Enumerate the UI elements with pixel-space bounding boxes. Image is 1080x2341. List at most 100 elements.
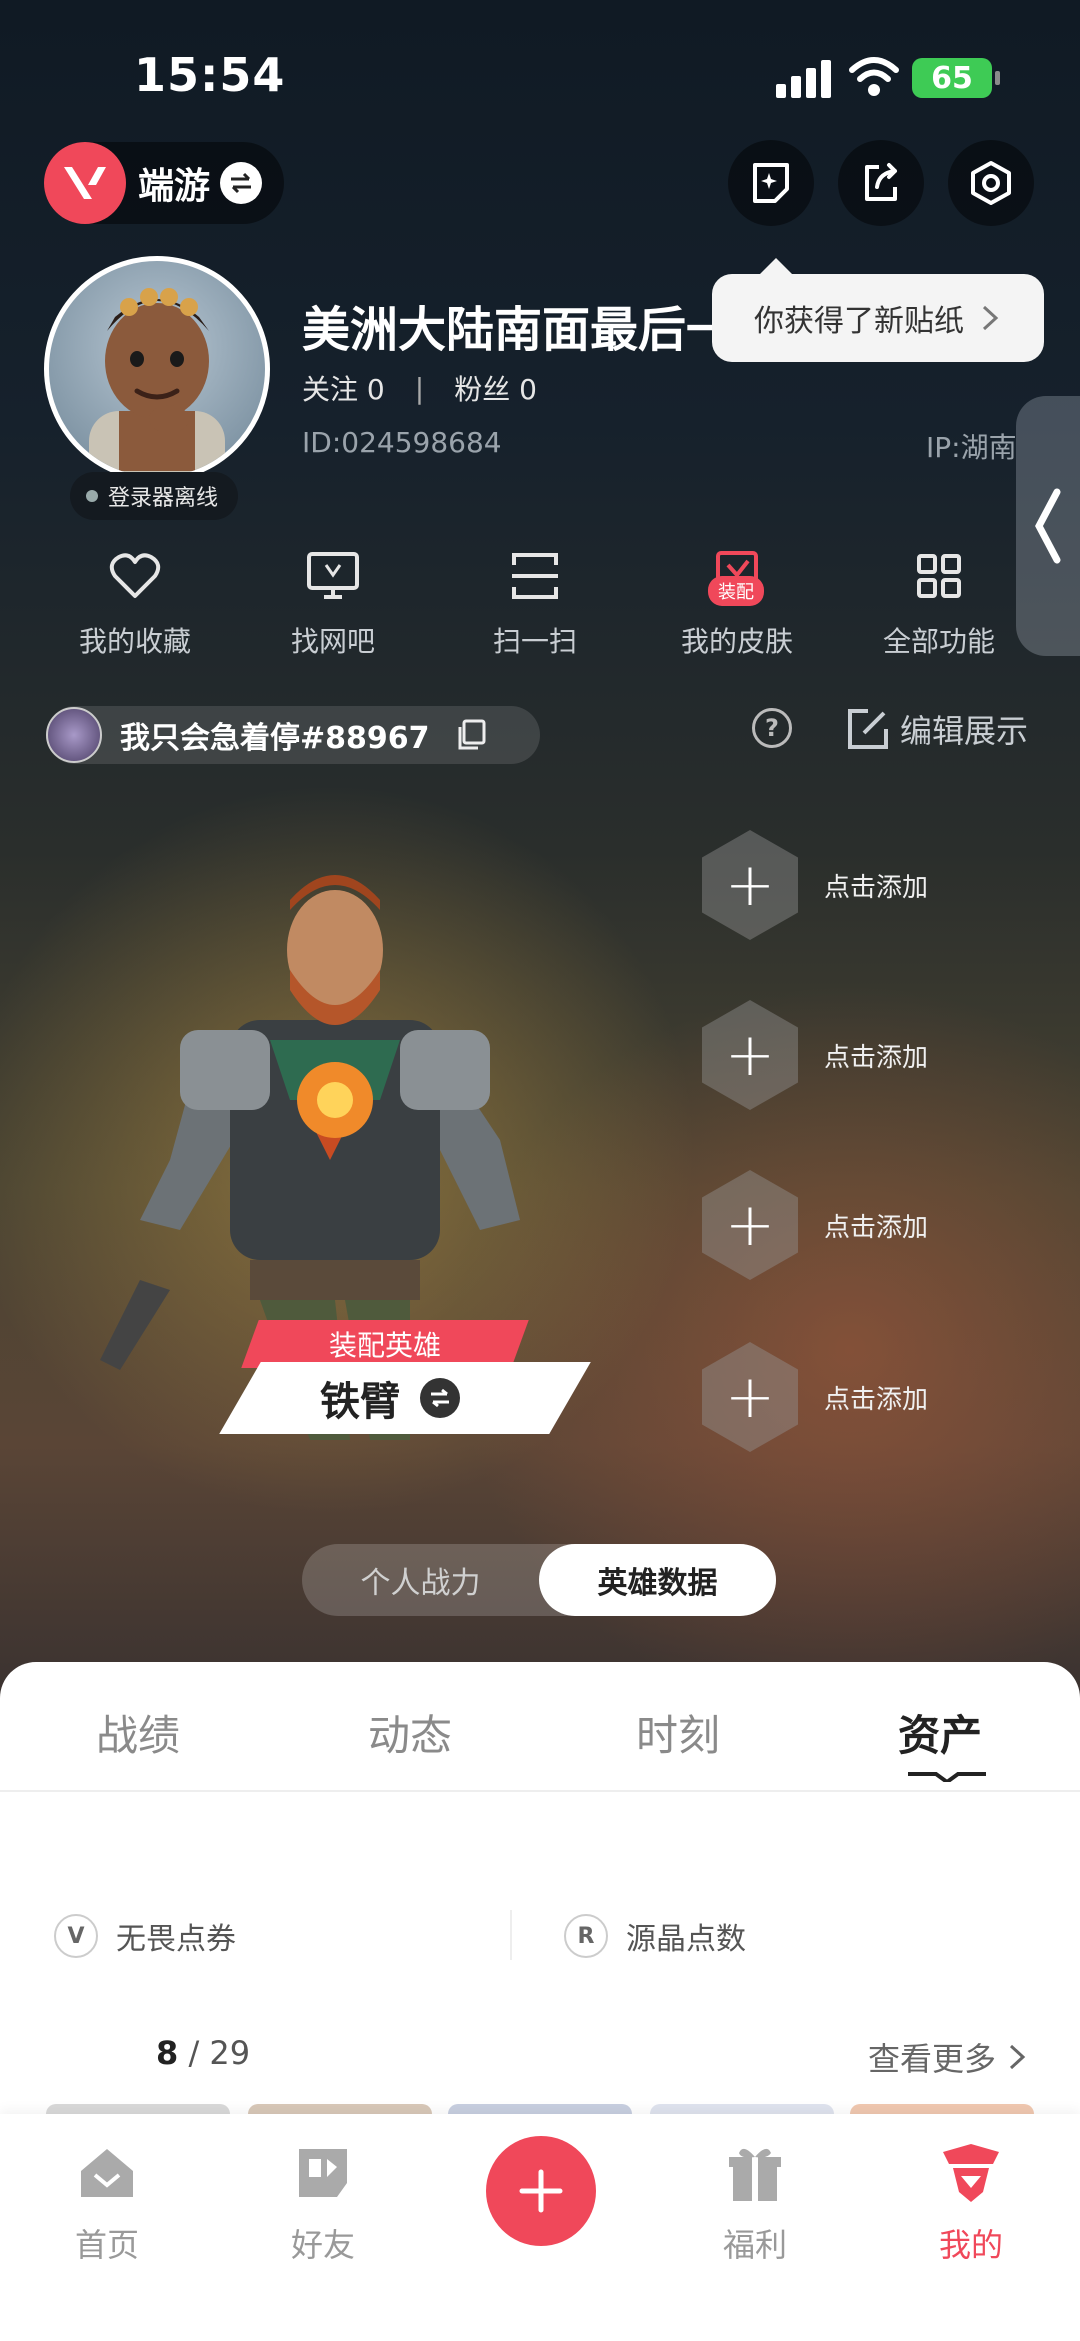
player-name: 我只会急着停#88967 <box>120 721 430 756</box>
funds-title: 资金 <box>46 1855 119 1896</box>
copy-icon[interactable] <box>454 718 488 752</box>
quick-action-label: 我的皮肤 <box>680 625 793 658</box>
follow-stat[interactable]: 关注 0 <box>302 368 385 408</box>
tab-activity[interactable]: 动态 <box>368 1702 452 1763</box>
gift-icon <box>690 2138 820 2208</box>
fans-stat[interactable]: 粉丝 0 <box>454 368 537 408</box>
edit-display-button[interactable]: 编辑展示 <box>846 706 1028 752</box>
scan-icon <box>460 548 610 604</box>
chevron-right-icon <box>982 305 999 331</box>
see-more-link[interactable]: 查看更多 <box>868 2034 1028 2080</box>
vp-currency-icon: V <box>54 1914 98 1958</box>
quick-action-label: 我的收藏 <box>78 625 191 658</box>
quick-action-favorites[interactable]: 我的收藏 <box>60 548 210 660</box>
friends-icon <box>258 2138 388 2208</box>
status-bar: 15:54 65 <box>0 0 1080 150</box>
player-card-avatar <box>46 707 102 763</box>
quick-action-my-skins[interactable]: 装配 我的皮肤 <box>662 548 812 660</box>
asset-label: 无畏点券 <box>116 1922 236 1957</box>
content-tabs: 战绩 动态 时刻 资产 <box>0 1662 1080 1792</box>
profile-icon <box>906 2138 1036 2208</box>
skin-badge: 装配 <box>708 576 764 606</box>
nav-label: 好友 <box>290 2226 355 2264</box>
quick-action-label: 全部功能 <box>882 625 995 658</box>
username: 美洲大陆南面最后一 <box>302 302 735 358</box>
add-slot[interactable]: + 点击添加 <box>702 830 1042 940</box>
add-slot[interactable]: + 点击添加 <box>702 1342 1042 1452</box>
share-icon <box>865 163 897 201</box>
quick-action-all-features[interactable]: 全部功能 <box>864 548 1014 660</box>
swap-icon <box>420 1378 460 1418</box>
player-tag[interactable]: 我只会急着停#88967 <box>46 706 540 764</box>
grid-icon <box>864 548 1014 604</box>
valorant-logo-icon <box>44 142 126 224</box>
equipped-hero-tag: 装配英雄 <box>328 1329 441 1362</box>
nav-me[interactable]: 我的 <box>906 2138 1036 2266</box>
add-slot[interactable]: + 点击添加 <box>702 1000 1042 1110</box>
monitor-icon <box>258 548 408 604</box>
heart-icon <box>60 548 210 604</box>
asset-radianite[interactable]: R 源晶点数 <box>564 1914 746 1958</box>
battery-indicator: 65 <box>912 58 1000 98</box>
quick-action-label: 扫一扫 <box>492 625 577 658</box>
stats-segmented-control: 个人战力 英雄数据 <box>302 1544 776 1616</box>
tooltip-text: 你获得了新贴纸 <box>754 304 964 339</box>
game-switcher[interactable]: 端游 <box>44 142 284 224</box>
heroes-title: 英雄 <box>46 2039 119 2080</box>
quick-action-scan[interactable]: 扫一扫 <box>460 548 610 660</box>
edit-display-label: 编辑展示 <box>900 712 1029 750</box>
tab-assets[interactable]: 资产 <box>898 1702 982 1763</box>
edit-icon <box>848 709 888 749</box>
add-slot[interactable]: + 点击添加 <box>702 1170 1042 1280</box>
add-slot-label: 点击添加 <box>824 872 929 903</box>
quick-action-internet-cafe[interactable]: 找网吧 <box>258 548 408 660</box>
nav-friends[interactable]: 好友 <box>258 2138 388 2266</box>
add-slot-label: 点击添加 <box>824 1384 929 1415</box>
battery-level: 65 <box>931 60 973 96</box>
avatar[interactable] <box>44 256 270 482</box>
swap-icon <box>220 162 263 204</box>
plus-icon: + <box>702 1342 798 1452</box>
add-slot-label: 点击添加 <box>824 1212 929 1243</box>
chevron-left-icon <box>1035 488 1061 564</box>
tab-indicator <box>908 1772 986 1782</box>
skin-icon: 装配 <box>662 548 812 606</box>
hero-name-button[interactable]: 铁臂 <box>320 1362 460 1434</box>
status-dot <box>86 490 98 502</box>
nav-label: 首页 <box>74 2226 139 2264</box>
sticker-button[interactable] <box>728 140 814 226</box>
tab-moments[interactable]: 时刻 <box>636 1702 720 1763</box>
see-more-label: 查看更多 <box>868 2040 997 2078</box>
wifi-icon <box>849 57 899 96</box>
hero-name: 铁臂 <box>320 1379 400 1425</box>
settings-button[interactable] <box>948 140 1034 226</box>
home-icon <box>42 2138 172 2208</box>
plus-icon <box>519 2169 563 2213</box>
segment-hero-data[interactable]: 英雄数据 <box>539 1544 776 1616</box>
side-drawer-handle[interactable] <box>1016 396 1080 656</box>
segment-personal-power[interactable]: 个人战力 <box>302 1544 539 1616</box>
heroes-owned: 8 <box>156 2034 179 2072</box>
radianite-currency-icon: R <box>564 1914 608 1958</box>
help-icon[interactable]: ? <box>752 708 792 748</box>
nav-home[interactable]: 首页 <box>42 2138 172 2266</box>
create-post-button[interactable] <box>486 2136 596 2246</box>
quick-action-label: 找网吧 <box>290 625 375 658</box>
divider <box>510 1910 512 1960</box>
follow-stats: 关注 0 | 粉丝 0 <box>302 368 537 408</box>
new-sticker-tooltip[interactable]: 你获得了新贴纸 <box>712 258 1044 362</box>
login-status-text: 登录器离线 <box>108 486 219 511</box>
settings-icon <box>971 161 1011 205</box>
asset-label: 源晶点数 <box>626 1922 746 1957</box>
chevron-right-icon <box>1010 2044 1026 2070</box>
share-button[interactable] <box>838 140 924 226</box>
heroes-separator: / <box>178 2034 210 2072</box>
plus-icon: + <box>702 830 798 940</box>
nav-label: 我的 <box>938 2226 1003 2264</box>
brand-name: 端游 <box>138 166 211 207</box>
asset-vp[interactable]: V 无畏点券 <box>54 1914 236 1958</box>
hero-count: 8 / 29 <box>156 2034 250 2072</box>
tab-records[interactable]: 战绩 <box>96 1702 180 1763</box>
nav-rewards[interactable]: 福利 <box>690 2138 820 2266</box>
status-time: 15:54 <box>134 48 286 102</box>
